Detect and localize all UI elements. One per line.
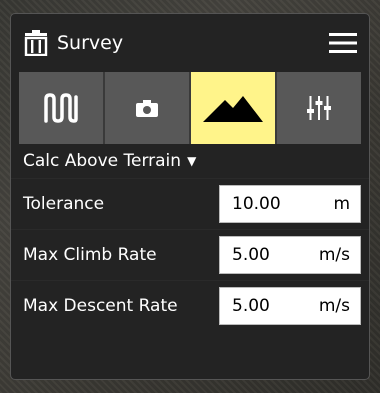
- zigzag-pattern-icon: [44, 93, 78, 123]
- altitude-mode-label: Calc Above Terrain: [23, 151, 182, 171]
- tab-bar: [19, 72, 361, 144]
- tab-camera[interactable]: [105, 72, 191, 144]
- survey-panel: Survey Calc Above Terrain ▼ Tolerance 10…: [10, 13, 370, 380]
- max-climb-rate-label: Max Climb Rate: [23, 245, 157, 265]
- mountain-terrain-icon: [203, 96, 263, 122]
- tolerance-field[interactable]: m: [219, 185, 361, 223]
- tolerance-unit: m: [333, 194, 350, 214]
- max-descent-rate-input[interactable]: [232, 296, 312, 316]
- tolerance-row: Tolerance m: [11, 178, 369, 229]
- max-descent-rate-label: Max Descent Rate: [23, 296, 178, 316]
- max-descent-rate-unit: m/s: [318, 296, 350, 316]
- max-climb-rate-input[interactable]: [232, 245, 312, 265]
- tab-pattern[interactable]: [19, 72, 105, 144]
- tab-terrain[interactable]: [191, 72, 277, 144]
- altitude-mode-dropdown[interactable]: Calc Above Terrain ▼: [11, 144, 369, 178]
- caret-down-icon: ▼: [187, 154, 197, 168]
- max-climb-rate-field[interactable]: m/s: [219, 236, 361, 274]
- hamburger-menu-icon[interactable]: [329, 32, 357, 54]
- max-climb-rate-row: Max Climb Rate m/s: [11, 229, 369, 280]
- max-descent-rate-field[interactable]: m/s: [219, 287, 361, 325]
- panel-header: Survey: [11, 14, 369, 72]
- tolerance-input[interactable]: [232, 194, 312, 214]
- camera-icon: [136, 100, 158, 117]
- tab-settings[interactable]: [277, 72, 361, 144]
- max-descent-rate-row: Max Descent Rate m/s: [11, 280, 369, 331]
- max-climb-rate-unit: m/s: [318, 245, 350, 265]
- trash-icon[interactable]: [23, 30, 49, 56]
- tolerance-label: Tolerance: [23, 194, 105, 214]
- panel-title: Survey: [57, 32, 124, 54]
- sliders-icon: [307, 96, 331, 120]
